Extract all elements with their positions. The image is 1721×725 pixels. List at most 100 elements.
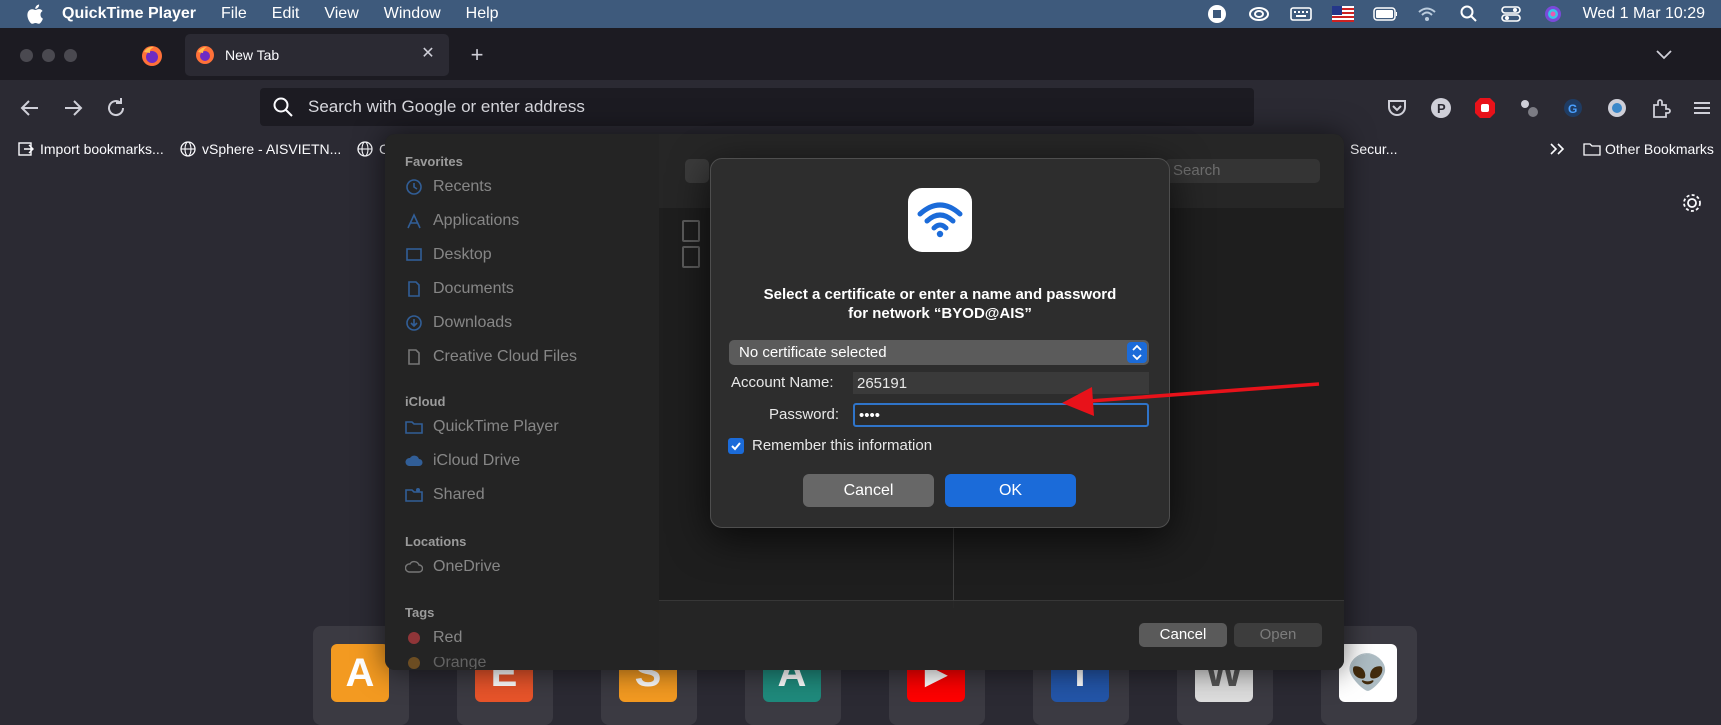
open-dialog-open-button[interactable]: Open — [1234, 623, 1322, 647]
account-name-label: Account Name: — [731, 374, 834, 391]
password-field[interactable] — [853, 403, 1149, 427]
pocket-icon[interactable] — [1385, 96, 1409, 120]
window-zoom-button[interactable] — [64, 49, 77, 62]
back-chevron-icon[interactable] — [685, 159, 709, 183]
reload-icon[interactable] — [104, 96, 128, 120]
spotlight-search-icon[interactable] — [1457, 4, 1481, 24]
tab-new-tab[interactable]: New Tab ✕ — [185, 34, 449, 76]
desktop-icon — [405, 246, 423, 264]
extension-g-icon[interactable]: G — [1561, 96, 1585, 120]
window-close-button[interactable] — [20, 49, 33, 62]
shortcut-logo: A — [331, 644, 389, 702]
back-arrow-icon[interactable] — [18, 96, 42, 120]
folder-icon — [405, 418, 423, 436]
creative-cloud-icon[interactable] — [1247, 4, 1271, 24]
remember-checkbox-row[interactable]: Remember this information — [728, 437, 932, 454]
svg-text:G: G — [1568, 102, 1577, 116]
sidebar-item-documents[interactable]: Documents — [405, 280, 514, 298]
sidebar-section-locations: Locations — [405, 534, 467, 549]
sidebar-item-label: Orange — [433, 657, 487, 669]
control-center-icon[interactable] — [1499, 4, 1523, 24]
us-flag-icon[interactable] — [1331, 4, 1355, 24]
sidebar-item-label: Documents — [433, 280, 514, 297]
menu-help[interactable]: Help — [466, 5, 499, 23]
app-name-menu[interactable]: QuickTime Player — [62, 5, 196, 23]
globe-icon — [357, 141, 373, 157]
sidebar-item-desktop[interactable]: Desktop — [405, 246, 492, 264]
list-all-tabs-chevron-icon[interactable] — [1655, 47, 1673, 61]
cancel-button[interactable]: Cancel — [803, 474, 934, 507]
menu-edit[interactable]: Edit — [272, 5, 300, 23]
sidebar-item-label: iCloud Drive — [433, 452, 521, 469]
chevron-up-down-icon — [1127, 342, 1147, 363]
sidebar-item-shared[interactable]: Shared — [405, 486, 485, 504]
forward-arrow-icon[interactable] — [61, 96, 85, 120]
bookmark-secur[interactable]: Secur... — [1350, 139, 1397, 159]
wifi-status-icon[interactable] — [1415, 4, 1439, 24]
apple-icon[interactable] — [24, 3, 46, 25]
tab-close-icon[interactable]: ✕ — [419, 45, 437, 63]
red-tag-dot-icon — [405, 629, 423, 647]
sidebar-item-downloads[interactable]: Downloads — [405, 314, 512, 332]
sidebar-item-creative-cloud-files[interactable]: Creative Cloud Files — [405, 348, 577, 366]
keyboard-icon[interactable] — [1289, 4, 1313, 24]
wifi-authentication-dialog: Select a certificate or enter a name and… — [710, 158, 1170, 528]
app-menu-hamburger-icon[interactable] — [1690, 96, 1714, 120]
shared-folder-icon — [405, 486, 423, 504]
wifi-dialog-title-line1: Select a certificate or enter a name and… — [763, 286, 1117, 303]
bookmarks-overflow-chevron-icon[interactable] — [1548, 139, 1566, 159]
clock-icon — [405, 178, 423, 196]
bookmark-import[interactable]: Import bookmarks... — [18, 139, 164, 159]
remember-checkbox[interactable] — [728, 437, 744, 454]
ok-button[interactable]: OK — [945, 474, 1076, 507]
sidebar-item-label: Creative Cloud Files — [433, 348, 578, 365]
macos-menu-bar: QuickTime Player File Edit View Window H… — [0, 0, 1721, 28]
open-dialog-search-field[interactable]: Search — [1165, 159, 1320, 183]
battery-icon[interactable] — [1372, 4, 1397, 24]
extension-puzzle-bug-icon[interactable] — [1517, 96, 1541, 120]
sidebar-item-label: QuickTime Player — [433, 418, 559, 435]
wifi-dialog-title: Select a certificate or enter a name and… — [731, 285, 1149, 323]
sidebar-item-quicktime-player[interactable]: QuickTime Player — [405, 418, 559, 436]
bookmark-other-bookmarks[interactable]: Other Bookmarks — [1583, 139, 1714, 159]
window-minimize-button[interactable] — [42, 49, 55, 62]
cloud-icon — [405, 452, 423, 470]
extension-shield-icon[interactable] — [1605, 96, 1629, 120]
gear-icon[interactable] — [1681, 192, 1703, 214]
file-icon[interactable] — [682, 220, 700, 242]
sidebar-item-label: Recents — [433, 178, 492, 195]
sidebar-item-label: Applications — [433, 212, 520, 229]
certificate-select-value: No certificate selected — [739, 344, 887, 361]
menu-view[interactable]: View — [324, 5, 358, 23]
applications-icon — [405, 212, 423, 230]
file-icon[interactable] — [682, 246, 700, 268]
bookmark-label: vSphere - AISVIETN... — [202, 141, 342, 157]
open-dialog-cancel-button[interactable]: Cancel — [1139, 623, 1227, 647]
wifi-icon — [908, 188, 972, 252]
password-label: Password: — [769, 406, 840, 423]
certificate-select[interactable]: No certificate selected — [729, 340, 1149, 365]
address-bar[interactable] — [260, 88, 1254, 126]
extensions-puzzle-icon[interactable] — [1649, 96, 1673, 120]
sidebar-item-recents[interactable]: Recents — [405, 178, 492, 196]
sidebar-item-tag-orange[interactable]: Orange — [405, 657, 486, 669]
new-tab-button[interactable]: + — [466, 44, 488, 66]
download-icon — [405, 314, 423, 332]
extension-p-icon[interactable]: P — [1429, 96, 1453, 120]
stop-recording-icon[interactable] — [1205, 4, 1229, 24]
bookmark-vsphere[interactable]: vSphere - AISVIETN... — [180, 139, 341, 159]
firefox-view-icon[interactable] — [140, 44, 164, 68]
sidebar-item-applications[interactable]: Applications — [405, 212, 519, 230]
import-icon — [18, 141, 34, 157]
cloud-icon — [404, 558, 424, 576]
sidebar-item-tag-red[interactable]: Red — [405, 629, 462, 647]
sidebar-item-onedrive[interactable]: OneDrive — [404, 558, 501, 576]
menubar-clock[interactable]: Wed 1 Mar 10:29 — [1583, 5, 1705, 23]
menu-window[interactable]: Window — [384, 5, 441, 23]
menu-file[interactable]: File — [221, 5, 247, 23]
address-input[interactable] — [306, 96, 1210, 118]
siri-icon[interactable] — [1541, 4, 1565, 24]
account-name-field[interactable] — [853, 372, 1149, 394]
sidebar-item-icloud-drive[interactable]: iCloud Drive — [405, 452, 520, 470]
adblock-extension-icon[interactable] — [1473, 96, 1497, 120]
